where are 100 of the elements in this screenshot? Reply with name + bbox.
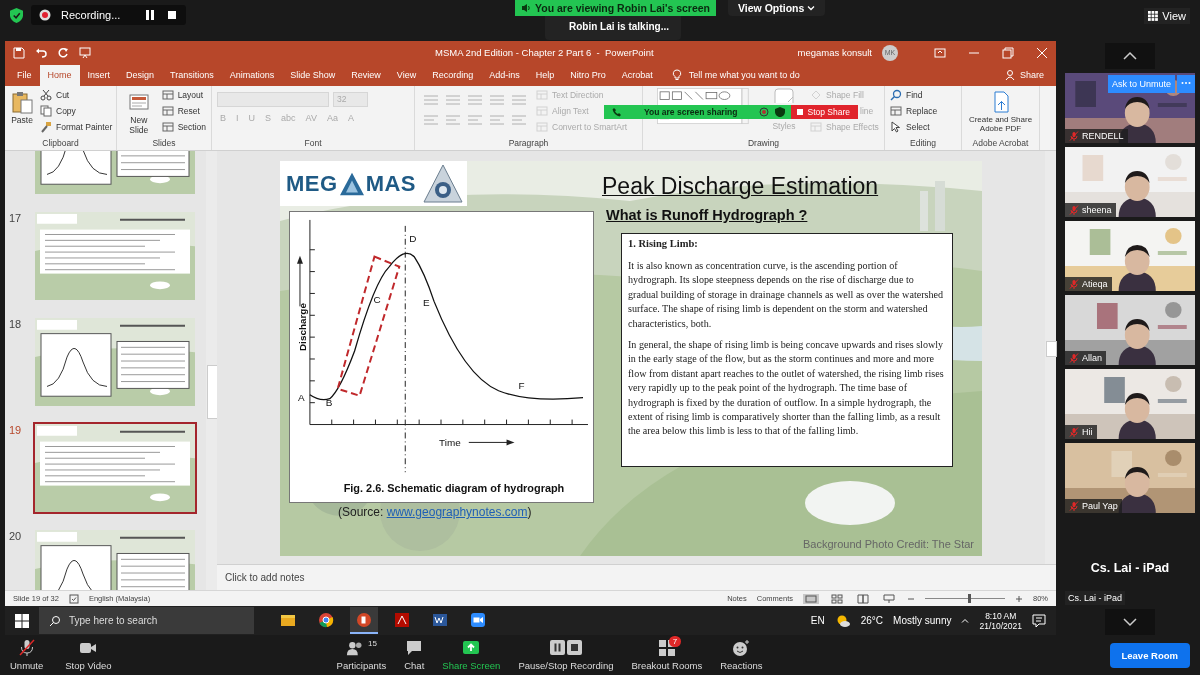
name-tag: Allan [1065,351,1106,365]
shield-icon[interactable] [775,107,786,117]
tell-me-search[interactable]: Tell me what you want to do [688,70,800,86]
ribbon-tab[interactable]: Animations [221,65,283,86]
scroll-thumb[interactable] [1046,341,1057,357]
caret-up-icon[interactable] [961,616,970,625]
normal-view-icon[interactable] [803,593,819,604]
ribbon-button[interactable]: Reset [161,104,200,118]
stop-icon[interactable] [166,9,179,21]
clipboard-icon [10,90,34,114]
meeting-control[interactable]: Share Screen [442,639,501,671]
spellcheck-icon[interactable] [68,593,79,604]
ribbon-tab[interactable]: Design [118,65,163,86]
window-title: MSMA 2nd Edition - Chapter 2 Part 6 - PowerPoint [435,47,654,58]
ribbon-tab[interactable]: Recording [424,65,482,86]
phone-icon [612,107,622,117]
save-icon[interactable] [13,46,25,59]
ribbon-button[interactable]: Find [890,88,923,102]
slide-thumbnail[interactable] [33,422,197,514]
name-tag: Atieqa [1065,277,1112,291]
clock-time[interactable]: 8:10 AM [985,610,1017,621]
meeting-control[interactable]: 7 Breakout Rooms [631,639,703,671]
talking-indicator: Robin Lai is talking... [569,21,669,32]
notes-placeholder[interactable]: Click to add notes [225,572,305,583]
clock-date[interactable]: 21/10/2021 [979,620,1022,631]
search-field[interactable]: Type here to search [39,607,254,634]
reading-view-icon[interactable] [855,593,871,604]
grid-view-icon[interactable] [829,593,845,604]
meeting-control[interactable]: Chat [404,639,425,671]
ribbon-tab[interactable]: View [388,65,425,86]
share-button[interactable]: Share [1004,69,1044,86]
ribbon-button[interactable]: New Slide [122,88,156,135]
ribbon-tab[interactable]: Help [527,65,563,86]
slide-thumbnail[interactable] [33,316,197,408]
ribbon-tab[interactable]: Slide Show [282,65,344,86]
muted-mic-icon [1069,353,1079,363]
more-options-button[interactable] [1177,75,1195,93]
ribbon-tab[interactable]: Acrobat [613,65,661,86]
muted-mic-icon [1069,501,1079,511]
layout-icon [161,105,174,117]
presentation-icon[interactable] [79,46,91,59]
ribbon-button[interactable]: Format Painter [40,120,113,134]
paint-bucket-icon [810,89,822,101]
layout-icon [536,89,548,101]
view-options-button[interactable]: View Options [728,0,826,16]
undo-icon[interactable] [35,46,47,59]
meeting-control[interactable]: Stop Video [65,639,112,671]
ribbon-button[interactable]: Section [161,120,206,134]
leave-room-button[interactable]: Leave Room [1109,642,1190,668]
view-button[interactable]: View [1144,8,1190,24]
pause-icon[interactable] [144,9,157,21]
ribbon-button[interactable]: Select [890,120,930,134]
replace-icon [890,105,902,117]
meeting-control[interactable]: Reactions [720,639,763,671]
ribbon-button[interactable]: Layout [161,88,204,102]
notification-icon[interactable] [1032,613,1046,628]
share-screen-icon [461,639,482,657]
plus-icon[interactable] [1015,594,1023,603]
ribbon-button[interactable]: Replace [890,104,938,118]
stop-share-button[interactable]: Stop Share [791,105,858,119]
scroll-thumb[interactable] [207,365,217,419]
meeting-control[interactable]: 15 Participants [336,639,387,671]
language-indicator[interactable]: EN [810,615,825,626]
ribbon-button[interactable]: Paste [10,88,34,125]
ribbon-tab[interactable]: File [9,65,40,86]
ribbon-tab[interactable]: Add-ins [481,65,528,86]
ribbon-tab[interactable]: Nitro Pro [562,65,614,86]
shield-icon[interactable] [10,8,23,23]
ribbon-button[interactable]: Create and Share Adobe PDF [963,88,1038,133]
source-link[interactable]: www.geographynotes.com [386,505,528,519]
figure-caption: Fig. 2.6. Schematic diagram of hydrograph [343,482,565,495]
ask-to-unmute-button[interactable]: Ask to Unmute [1107,75,1175,93]
slide-thumbnail[interactable] [33,210,197,302]
scroll-up-icon[interactable] [1105,43,1155,69]
record-icon[interactable] [759,107,770,117]
close-icon[interactable] [1036,46,1048,59]
ribbon-tab[interactable]: Transitions [162,65,222,86]
ribbon-button[interactable]: Copy [40,104,76,118]
group-label: Font [303,138,323,150]
ribbon-tab[interactable]: Insert [79,65,119,86]
ribbon-tab[interactable]: Review [343,65,389,86]
font-name-field[interactable] [217,92,329,107]
ribbon-button[interactable]: Cut [40,88,70,102]
temperature[interactable]: 26°C [860,615,884,626]
redo-icon[interactable] [57,46,69,59]
meeting-control[interactable]: Pause/Stop Recording [518,639,614,671]
ribbon-tab[interactable]: Home [39,65,80,86]
muted-mic-icon [1069,279,1079,289]
presentation-app-icon[interactable] [350,607,378,634]
restore-icon[interactable] [1002,46,1014,59]
weather-text[interactable]: Mostly sunny [893,615,952,626]
viewing-banner: You are viewing Robin Lai's screen [515,0,717,16]
scroll-down-icon[interactable] [1105,609,1155,635]
right-arrow-icon [468,439,515,446]
windows-logo-icon[interactable] [15,613,29,628]
ribbon-display-icon[interactable] [934,46,946,59]
slideshow-icon[interactable] [881,593,897,604]
layout-icon [536,105,548,117]
group-label: Clipboard [41,138,80,150]
meeting-control[interactable]: Unmute [10,639,44,671]
